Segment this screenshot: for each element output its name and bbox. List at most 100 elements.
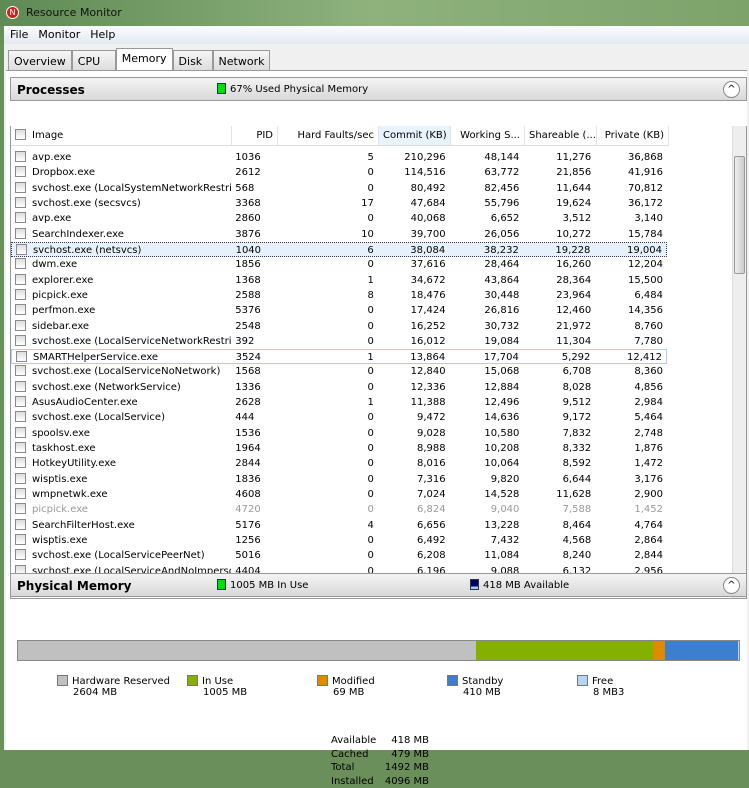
cell-hard-faults: 1 [277, 273, 378, 288]
cell-shareable: 23,964 [523, 288, 595, 303]
cell-pid: 1536 [231, 426, 277, 441]
table-row[interactable]: svchost.exe (LocalService)44409,47214,63… [11, 410, 667, 425]
row-checkbox[interactable] [15, 228, 26, 239]
row-checkbox[interactable] [15, 396, 26, 407]
column-header[interactable]: Image [11, 126, 232, 145]
table-row[interactable]: perfmon.exe5376017,42426,81612,46014,356 [11, 303, 667, 318]
row-checkbox[interactable] [15, 488, 26, 499]
cell-commit: 9,472 [378, 410, 450, 425]
table-row[interactable]: dwm.exe1856037,61628,46416,26012,204 [11, 257, 667, 272]
cell-private: 1,452 [595, 502, 667, 517]
table-row[interactable]: svchost.exe (LocalServiceNetworkRestrict… [11, 334, 667, 349]
collapse-icon[interactable]: ^ [723, 81, 740, 98]
row-checkbox[interactable] [15, 549, 26, 560]
row-checkbox[interactable] [16, 351, 27, 362]
processes-title: Processes [17, 83, 85, 97]
table-row[interactable]: SearchFilterHost.exe517646,65613,2288,46… [11, 518, 667, 533]
cell-pid: 444 [231, 410, 277, 425]
cell-hard-faults: 1 [277, 395, 378, 410]
row-checkbox[interactable] [15, 503, 26, 514]
table-row[interactable]: AsusAudioCenter.exe2628111,38812,4969,51… [11, 395, 667, 410]
column-header[interactable]: Private (KB) [597, 126, 669, 145]
row-checkbox[interactable] [15, 381, 26, 392]
row-checkbox[interactable] [15, 289, 26, 300]
table-row[interactable]: Dropbox.exe26120114,51663,77221,85641,91… [11, 165, 667, 180]
row-checkbox[interactable] [15, 519, 26, 530]
cell-shareable: 11,644 [523, 181, 595, 196]
row-checkbox[interactable] [15, 335, 26, 346]
cell-hard-faults: 5 [277, 150, 378, 165]
table-row[interactable]: avp.exe10365210,29648,14411,27636,868 [11, 150, 667, 165]
row-checkbox[interactable] [15, 534, 26, 545]
table-row[interactable]: svchost.exe (LocalServicePeerNet)501606,… [11, 548, 667, 563]
cell-image: svchost.exe (LocalServiceNetworkRestrict… [11, 334, 231, 349]
table-row[interactable]: sidebar.exe2548016,25230,73221,9728,760 [11, 319, 667, 334]
table-row[interactable]: svchost.exe (LocalServiceNoNetwork)15680… [11, 364, 667, 379]
cell-pid: 3524 [232, 350, 278, 363]
table-row[interactable]: explorer.exe1368134,67243,86428,36415,50… [11, 273, 667, 288]
column-header[interactable]: Hard Faults/sec [278, 126, 379, 145]
menu-help[interactable]: Help [90, 28, 115, 41]
tab-cpu[interactable]: CPU [72, 50, 116, 70]
tab-network[interactable]: Network [213, 50, 271, 70]
tab-overview[interactable]: Overview [8, 50, 72, 70]
cell-hard-faults: 6 [277, 243, 377, 256]
select-all-checkbox[interactable] [15, 129, 26, 140]
cell-private: 4,856 [595, 380, 667, 395]
row-checkbox[interactable] [15, 442, 26, 453]
row-checkbox[interactable] [15, 274, 26, 285]
row-checkbox[interactable] [15, 427, 26, 438]
row-checkbox[interactable] [15, 197, 26, 208]
legend-label: Hardware Reserved [72, 676, 170, 687]
stat-value: 1492 MB [381, 761, 429, 775]
row-checkbox[interactable] [15, 166, 26, 177]
cell-working-set: 9,820 [450, 472, 524, 487]
table-row[interactable]: svchost.exe (LocalSystemNetworkRestrict.… [11, 181, 667, 196]
table-row[interactable]: SMARTHelperService.exe3524113,86417,7045… [11, 349, 667, 364]
column-header[interactable]: Shareable (... [525, 126, 597, 145]
table-row[interactable]: svchost.exe (secsvcs)33681747,68455,7961… [11, 196, 667, 211]
table-row[interactable]: wisptis.exe125606,4927,4324,5682,864 [11, 533, 667, 548]
row-checkbox[interactable] [15, 411, 26, 422]
cell-working-set: 10,064 [450, 456, 524, 471]
physical-memory-title: Physical Memory [17, 579, 132, 593]
table-row[interactable]: wisptis.exe183607,3169,8206,6443,176 [11, 472, 667, 487]
column-header[interactable]: PID [232, 126, 278, 145]
table-row[interactable]: wmpnetwk.exe460807,02414,52811,6282,900 [11, 487, 667, 502]
row-checkbox[interactable] [16, 244, 27, 255]
table-row[interactable]: picpick.exe2588818,47630,44823,9646,484 [11, 288, 667, 303]
vertical-scrollbar[interactable] [732, 126, 746, 599]
table-row[interactable]: spoolsv.exe153609,02810,5807,8322,748 [11, 426, 667, 441]
table-row[interactable]: taskhost.exe196408,98810,2088,3321,876 [11, 441, 667, 456]
legend-swatch-icon [577, 675, 588, 686]
row-checkbox[interactable] [15, 212, 26, 223]
row-checkbox[interactable] [15, 258, 26, 269]
cell-pid: 568 [231, 181, 277, 196]
collapse-icon[interactable]: ^ [723, 577, 740, 594]
table-row[interactable]: svchost.exe (netsvcs)1040638,08438,23219… [11, 242, 667, 257]
scrollbar-thumb[interactable] [734, 156, 745, 274]
table-row[interactable]: avp.exe2860040,0686,6523,5123,140 [11, 211, 667, 226]
row-checkbox[interactable] [15, 304, 26, 315]
row-checkbox[interactable] [15, 182, 26, 193]
menu-file[interactable]: File [10, 28, 28, 41]
row-checkbox[interactable] [15, 151, 26, 162]
cell-hard-faults: 0 [277, 165, 378, 180]
column-header[interactable]: Working S... [451, 126, 525, 145]
processes-header[interactable]: Processes 67% Used Physical Memory ^ [10, 77, 747, 101]
tab-disk[interactable]: Disk [173, 50, 213, 70]
table-row[interactable]: picpick.exe472006,8249,0407,5881,452 [11, 502, 667, 517]
row-checkbox[interactable] [15, 473, 26, 484]
table-row[interactable]: SearchIndexer.exe38761039,70026,05610,27… [11, 227, 667, 242]
row-checkbox[interactable] [15, 457, 26, 468]
cell-private: 15,784 [595, 227, 667, 242]
physical-memory-header[interactable]: Physical Memory 1005 MB In Use 418 MB Av… [10, 573, 747, 597]
table-row[interactable]: svchost.exe (NetworkService)1336012,3361… [11, 380, 667, 395]
tab-memory[interactable]: Memory [116, 48, 173, 70]
row-checkbox[interactable] [15, 365, 26, 376]
menu-monitor[interactable]: Monitor [38, 28, 80, 41]
row-checkbox[interactable] [15, 320, 26, 331]
cell-working-set: 55,796 [450, 196, 524, 211]
column-header[interactable]: Commit (KB) [379, 126, 451, 145]
table-row[interactable]: HotkeyUtility.exe284408,01610,0648,5921,… [11, 456, 667, 471]
